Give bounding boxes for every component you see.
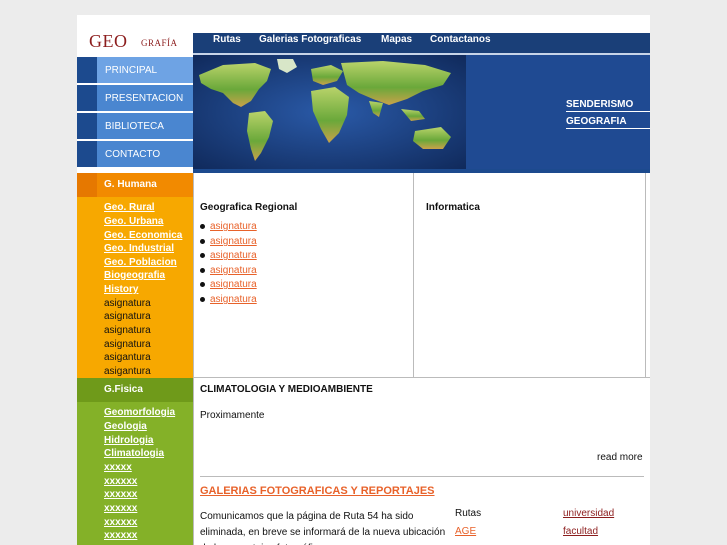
link-universidad[interactable]: universidad bbox=[563, 508, 614, 519]
nav-principal[interactable]: PRINCIPAL bbox=[77, 57, 193, 84]
link-geologia[interactable]: Geologia bbox=[104, 421, 147, 432]
link-geo-economica[interactable]: Geo. Economica bbox=[104, 230, 182, 241]
link-hidrologia[interactable]: Hidrologia bbox=[104, 435, 153, 446]
nav-label: PRINCIPAL bbox=[97, 57, 193, 83]
humana-strip bbox=[77, 173, 97, 197]
bullet-icon bbox=[200, 267, 205, 273]
galerias-col1-item: Rutas bbox=[455, 508, 482, 519]
regional-item[interactable]: asignatura bbox=[200, 265, 257, 276]
humana-body: Geo. Rural Geo. Urbana Geo. Economica Ge… bbox=[77, 197, 193, 378]
logo-geo: GEO bbox=[89, 31, 128, 51]
humana-header: G. Humana bbox=[77, 173, 193, 197]
right-banner: SENDERISMO GEOGRAFIA bbox=[466, 55, 650, 169]
fisica-section: G.Fisica Geomorfologia Geologia Hidrolog… bbox=[77, 378, 193, 545]
regional-link[interactable]: asignatura bbox=[210, 265, 257, 276]
column-right-border bbox=[645, 173, 646, 378]
link-xxxxxx[interactable]: xxxxxx bbox=[104, 503, 137, 514]
regional-link[interactable]: asignatura bbox=[210, 250, 257, 261]
world-map-image bbox=[193, 55, 466, 169]
clima-title: CLIMATOLOGIA Y MEDIOAMBIENTE bbox=[200, 384, 373, 395]
link-geo-industrial[interactable]: Geo. Industrial bbox=[104, 243, 174, 254]
link-xxxxxx[interactable]: xxxxxx bbox=[104, 530, 137, 541]
topnav-contactanos[interactable]: Contactanos bbox=[430, 34, 491, 45]
link-geomorfologia[interactable]: Geomorfologia bbox=[104, 407, 175, 418]
informatica-title: Informatica bbox=[426, 202, 480, 213]
geografia-underline bbox=[566, 128, 650, 129]
humana-item: asignatura bbox=[104, 311, 151, 322]
regional-title: Geografica Regional bbox=[200, 202, 298, 213]
galerias-text: Comunicamos que la página de Ruta 54 ha … bbox=[200, 511, 446, 545]
banner-bar bbox=[193, 169, 650, 173]
humana-item: asigantura bbox=[104, 366, 151, 377]
bullet-icon bbox=[200, 252, 205, 258]
nav-strip bbox=[77, 85, 97, 111]
link-geo-urbana[interactable]: Geo. Urbana bbox=[104, 216, 163, 227]
nav-label: CONTACTO bbox=[97, 141, 193, 167]
regional-item[interactable]: asignatura bbox=[200, 221, 257, 232]
humana-item: asignatura bbox=[104, 298, 151, 309]
link-xxxxxx[interactable]: xxxxxx bbox=[104, 517, 137, 528]
link-age[interactable]: AGE bbox=[455, 526, 476, 537]
world-map-banner bbox=[193, 55, 466, 169]
link-xxxxxx[interactable]: xxxxxx bbox=[104, 476, 137, 487]
page: GEO GRAFÍA Rutas Galerias Fotograficas M… bbox=[77, 15, 650, 545]
humana-section: G. Humana Geo. Rural Geo. Urbana Geo. Ec… bbox=[77, 173, 193, 378]
link-geografia[interactable]: GEOGRAFIA bbox=[566, 116, 627, 127]
nav-strip bbox=[77, 113, 97, 139]
fisica-title: G.Fisica bbox=[104, 384, 143, 395]
clima-text: Proximamente bbox=[200, 410, 265, 421]
regional-item[interactable]: asignatura bbox=[200, 294, 257, 305]
bullet-icon bbox=[200, 223, 205, 229]
fisica-header: G.Fisica bbox=[77, 378, 193, 402]
nav-strip bbox=[77, 141, 97, 167]
left-nav: PRINCIPAL PRESENTACION BIBLIOTECA CONTAC… bbox=[77, 57, 193, 169]
humana-item: asigantura bbox=[104, 352, 151, 363]
humana-title: G. Humana bbox=[104, 179, 157, 190]
regional-link[interactable]: asignatura bbox=[210, 221, 257, 232]
link-facultad[interactable]: facultad bbox=[563, 526, 598, 537]
galerias-title[interactable]: GALERIAS FOTOGRAFICAS Y REPORTAJES bbox=[200, 485, 435, 497]
column-divider bbox=[413, 173, 414, 378]
bullet-icon bbox=[200, 281, 205, 287]
link-xxxxxx[interactable]: xxxxxx bbox=[104, 489, 137, 500]
nav-biblioteca[interactable]: BIBLIOTECA bbox=[77, 113, 193, 140]
regional-item[interactable]: asignatura bbox=[200, 250, 257, 261]
humana-body-strip bbox=[77, 197, 97, 378]
bullet-icon bbox=[200, 296, 205, 302]
row-divider bbox=[193, 377, 650, 378]
nav-presentacion[interactable]: PRESENTACION bbox=[77, 85, 193, 112]
site-logo[interactable]: GEO GRAFÍA bbox=[77, 15, 193, 57]
topnav-galerias[interactable]: Galerias Fotograficas bbox=[259, 34, 361, 45]
nav-contacto[interactable]: CONTACTO bbox=[77, 141, 193, 168]
top-nav: Rutas Galerias Fotograficas Mapas Contac… bbox=[193, 33, 650, 55]
link-geo-poblacion[interactable]: Geo. Poblacion bbox=[104, 257, 177, 268]
link-history[interactable]: History bbox=[104, 284, 138, 295]
link-geo-rural[interactable]: Geo. Rural bbox=[104, 202, 155, 213]
logo-grafia: GRAFÍA bbox=[141, 38, 178, 48]
regional-item[interactable]: asignatura bbox=[200, 236, 257, 247]
humana-item: asignatura bbox=[104, 325, 151, 336]
regional-link[interactable]: asignatura bbox=[210, 279, 257, 290]
section-divider bbox=[200, 476, 644, 477]
nav-label: BIBLIOTECA bbox=[97, 113, 193, 139]
regional-item[interactable]: asignatura bbox=[200, 279, 257, 290]
bullet-icon bbox=[200, 238, 205, 244]
senderismo-underline bbox=[566, 111, 650, 112]
regional-link[interactable]: asignatura bbox=[210, 236, 257, 247]
link-xxxxx[interactable]: xxxxx bbox=[104, 462, 132, 473]
nav-strip bbox=[77, 57, 97, 83]
topnav-rutas[interactable]: Rutas bbox=[213, 34, 241, 45]
link-climatologia[interactable]: Climatologia bbox=[104, 448, 164, 459]
read-more-link[interactable]: read more bbox=[597, 452, 643, 463]
humana-item: asignatura bbox=[104, 339, 151, 350]
nav-label: PRESENTACION bbox=[97, 85, 193, 111]
link-biogeografia[interactable]: Biogeografia bbox=[104, 270, 165, 281]
link-senderismo[interactable]: SENDERISMO bbox=[566, 99, 633, 110]
topnav-mapas[interactable]: Mapas bbox=[381, 34, 412, 45]
content-left-border bbox=[193, 173, 194, 545]
regional-link[interactable]: asignatura bbox=[210, 294, 257, 305]
